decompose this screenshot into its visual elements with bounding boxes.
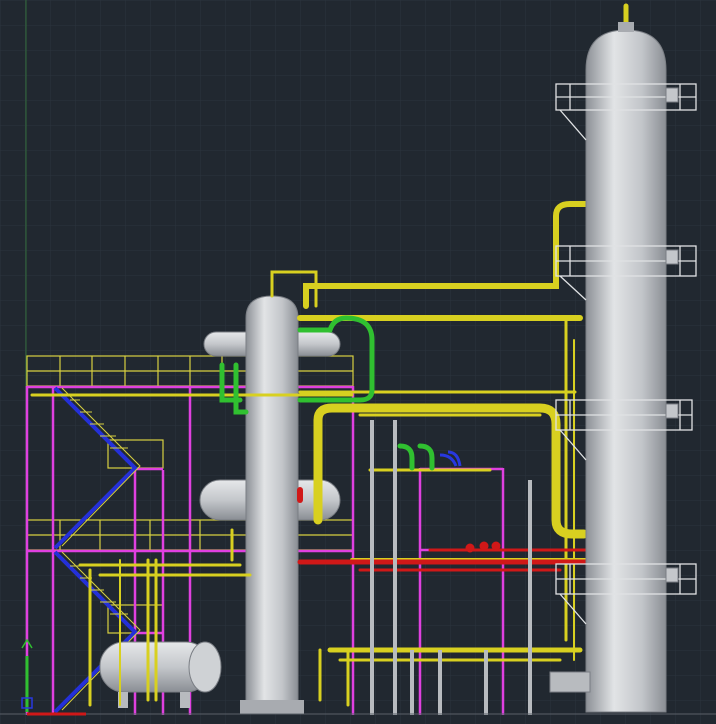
model-drawing: [0, 0, 716, 724]
cad-viewport[interactable]: [0, 0, 716, 724]
